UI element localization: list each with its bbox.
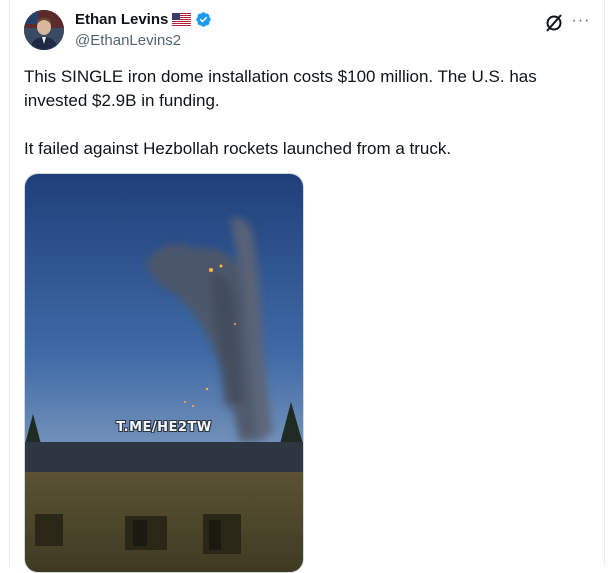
video-watermark: T.ME/HE2TW	[116, 420, 212, 435]
tweet-paragraph: It failed against Hezbollah rockets laun…	[24, 139, 452, 158]
author-handle[interactable]: @EthanLevins2	[75, 32, 181, 49]
us-flag-icon	[172, 13, 192, 26]
author-name-row[interactable]: Ethan Levins	[75, 11, 212, 28]
tweet-paragraph: This SINGLE iron dome installation costs…	[24, 67, 537, 110]
avatar[interactable]	[24, 10, 64, 50]
verified-badge-icon	[195, 11, 212, 28]
video-frame	[25, 174, 303, 572]
tweet-video[interactable]: T.ME/HE2TW	[24, 173, 304, 573]
grok-icon[interactable]	[544, 13, 564, 33]
more-options-icon[interactable]: ···	[570, 10, 592, 32]
author-name[interactable]: Ethan Levins	[75, 11, 168, 28]
tweet-text: This SINGLE iron dome installation costs…	[24, 65, 584, 161]
